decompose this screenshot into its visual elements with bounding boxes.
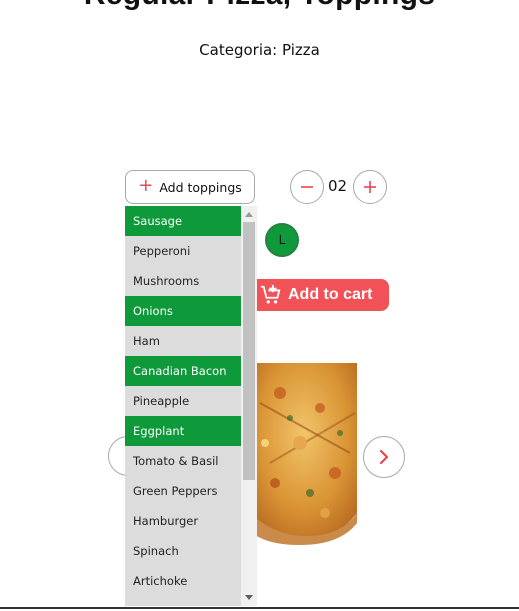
- plus-icon: [364, 181, 376, 193]
- topping-option[interactable]: Ham: [125, 326, 241, 356]
- topping-option[interactable]: Eggplant: [125, 416, 241, 446]
- topping-option[interactable]: Pineapple: [125, 386, 241, 416]
- topping-option[interactable]: Onions: [125, 296, 241, 326]
- add-toppings-button[interactable]: + Add toppings: [125, 170, 255, 204]
- product-title: Regular Pizza, Toppings: [0, 0, 519, 12]
- add-to-cart-button[interactable]: Add to cart: [250, 279, 389, 311]
- carousel-next-button[interactable]: [363, 436, 405, 478]
- scroll-thumb[interactable]: [243, 222, 255, 480]
- minus-icon: [301, 186, 313, 188]
- add-toppings-label: Add toppings: [159, 179, 242, 195]
- add-to-cart-label: Add to cart: [288, 286, 373, 303]
- quantity-value: 02: [328, 177, 348, 195]
- quantity-decrement-button[interactable]: [290, 170, 324, 204]
- scroll-up-icon[interactable]: [245, 212, 253, 217]
- cart-add-icon: [260, 284, 281, 304]
- topping-option[interactable]: Hamburger: [125, 506, 241, 536]
- topping-option[interactable]: Canadian Bacon: [125, 356, 241, 386]
- dropdown-scrollbar[interactable]: [241, 206, 257, 606]
- chevron-right-icon: [379, 449, 389, 465]
- topping-option[interactable]: Spinach: [125, 536, 241, 566]
- topping-option[interactable]: Mushrooms: [125, 266, 241, 296]
- scroll-down-icon[interactable]: [245, 595, 253, 600]
- topping-option[interactable]: Pepperoni: [125, 236, 241, 266]
- topping-option[interactable]: Green Peppers: [125, 476, 241, 506]
- quantity-increment-button[interactable]: [353, 170, 387, 204]
- page-bottom-divider: [0, 607, 519, 609]
- toppings-dropdown-list[interactable]: Sausage Pepperoni Mushrooms Onions Ham Canadi…: [125, 206, 257, 606]
- product-category: Categoria: Pizza: [199, 41, 320, 59]
- topping-option[interactable]: Artichoke: [125, 566, 241, 596]
- plus-icon: +: [138, 175, 154, 196]
- topping-option[interactable]: Tomato & Basil: [125, 446, 241, 476]
- topping-option[interactable]: Sausage: [125, 206, 241, 236]
- product-image: [250, 363, 357, 545]
- size-option-selected[interactable]: L: [265, 223, 299, 257]
